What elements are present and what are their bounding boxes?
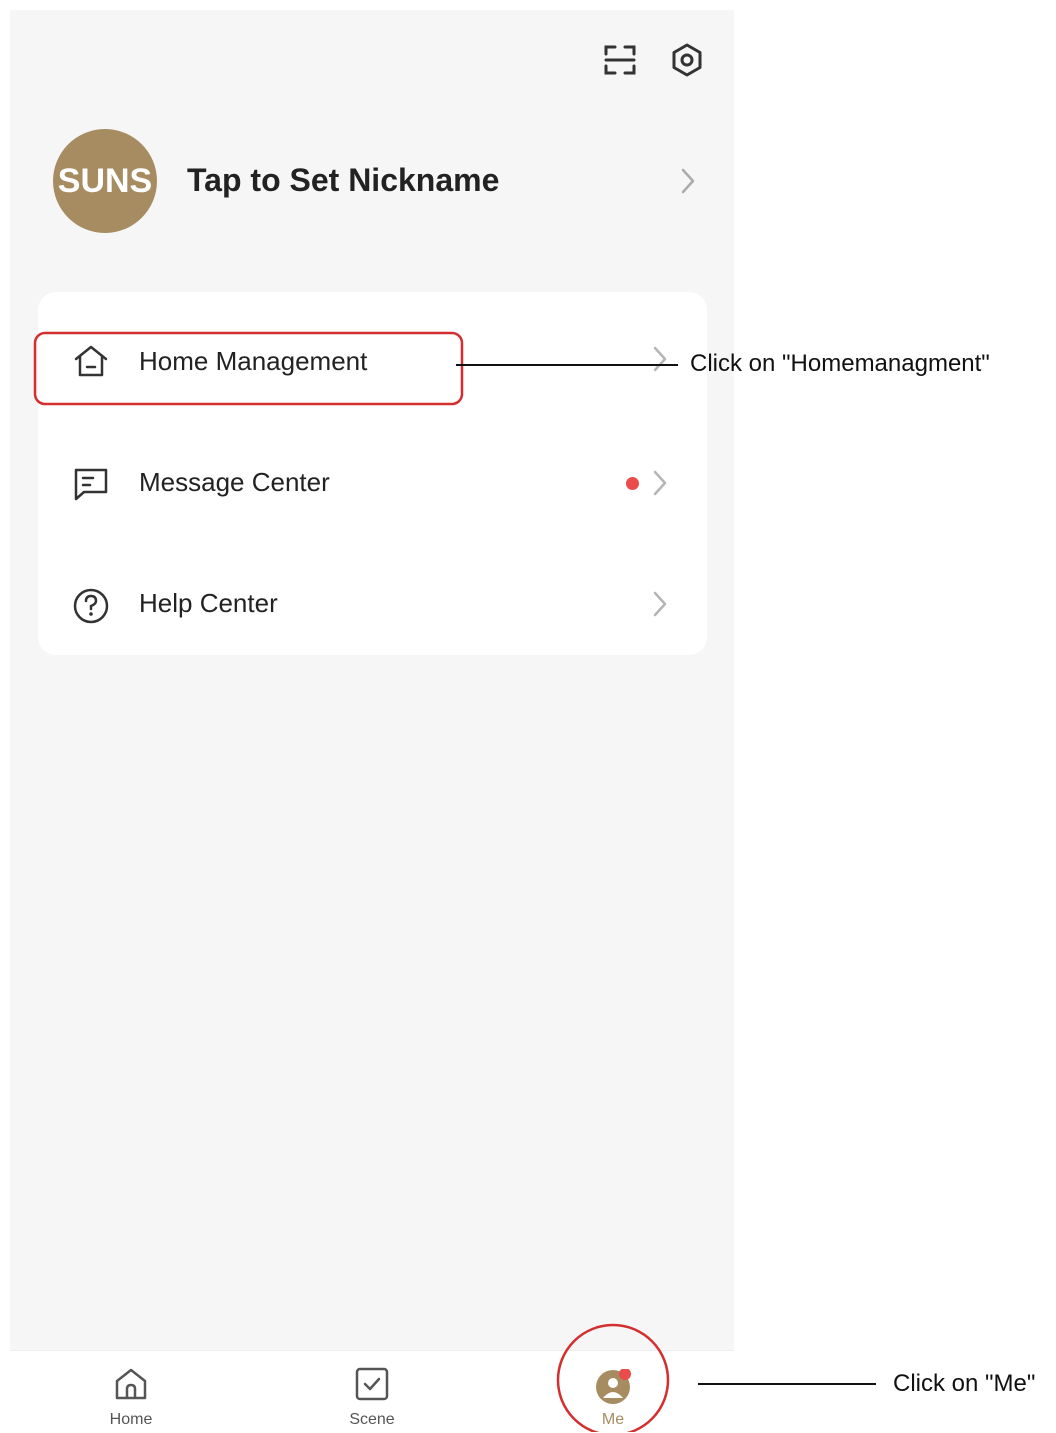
chevron-right-icon [653,346,667,372]
scan-icon[interactable] [600,40,640,80]
tab-label: Home [109,1411,153,1428]
menu-item-label: Help Center [139,588,278,618]
menu-item-help-center[interactable]: Help Center [38,540,707,650]
set-nickname-label[interactable]: Tap to Set Nickname [187,162,499,199]
message-icon [74,468,108,501]
annotation-home-management: Click on "Homemanagment" [690,350,990,377]
me-tab-icon [596,1369,631,1404]
tab-label: Me [601,1411,625,1428]
house-icon [74,345,108,377]
menu-item-message-center[interactable]: Message Center [38,419,707,529]
unread-badge [626,477,639,490]
avatar-logo-text: SUNS [57,161,153,200]
menu-item-label: Home Management [139,346,368,376]
tab-label: Scene [349,1411,395,1428]
tab-scene[interactable]: Scene [312,1351,432,1433]
annotation-me: Click on "Me" [893,1370,1036,1397]
tab-me[interactable]: Me [553,1351,673,1433]
menu-item-home-management[interactable]: Home Management [38,298,707,408]
menu-item-label: Message Center [139,467,330,497]
menu-card: Home Management Message Center Help Cent… [38,292,707,655]
settings-icon[interactable] [667,40,707,80]
avatar[interactable]: SUNS [53,129,157,233]
tab-home[interactable]: Home [71,1351,191,1433]
question-circle-icon [73,588,109,624]
bottom-tab-bar: Home Scene Me [10,1350,734,1432]
app-screen: SUNS Tap to Set Nickname Home Management [10,10,734,1432]
home-tab-icon [115,1368,147,1400]
scene-tab-icon [355,1367,389,1401]
chevron-right-icon[interactable] [674,164,702,198]
chevron-right-icon [653,470,667,496]
chevron-right-icon [653,591,667,617]
